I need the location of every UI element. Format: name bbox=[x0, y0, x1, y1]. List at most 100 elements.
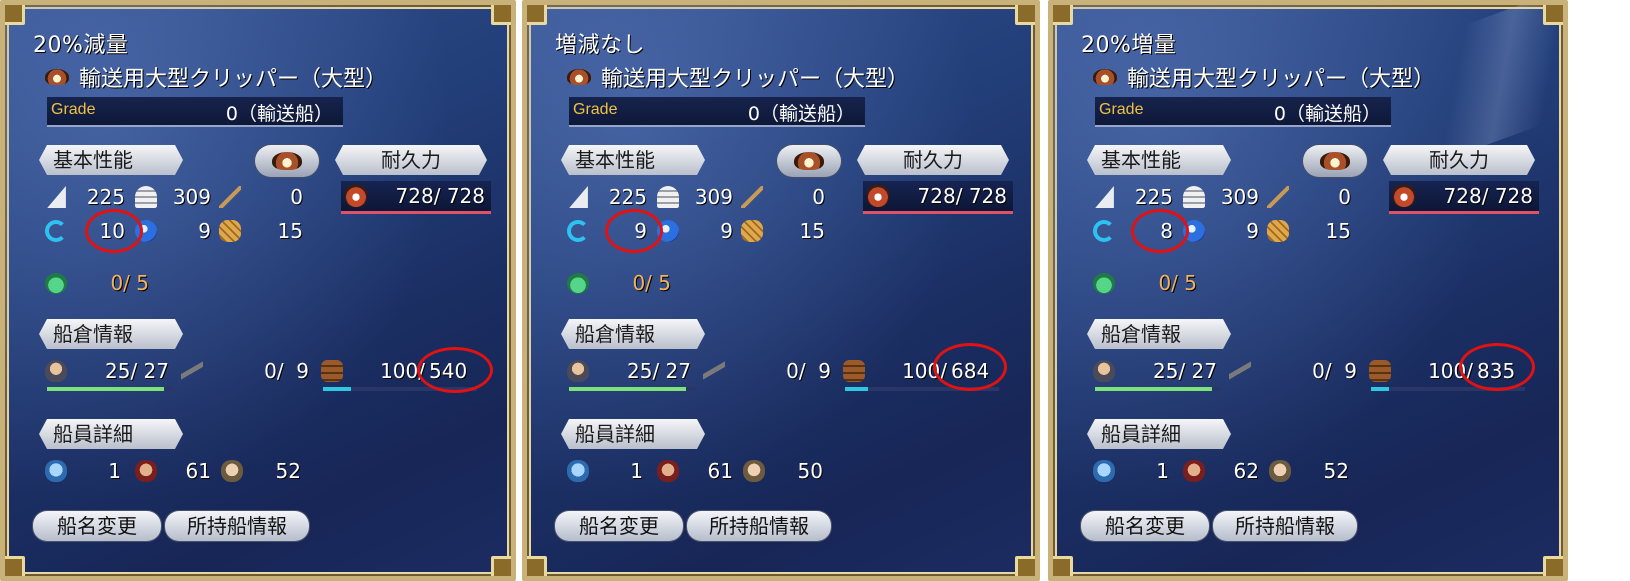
wave-icon bbox=[135, 220, 157, 242]
crew-detail-tab[interactable]: 船員詳細 bbox=[39, 419, 183, 449]
owned-ships-button[interactable]: 所持船情報 bbox=[1213, 511, 1357, 541]
ship-view-button[interactable] bbox=[1303, 145, 1367, 177]
durability-stat: 728/ 728 bbox=[867, 182, 1009, 210]
cargo-bar-fill bbox=[323, 387, 351, 391]
oar-icon bbox=[1267, 186, 1289, 208]
crew-icon bbox=[45, 360, 67, 382]
turning-stat: 10 bbox=[45, 217, 129, 245]
ship-name-row: 輸送用大型クリッパー（大型） bbox=[45, 61, 387, 93]
durability-line bbox=[1389, 211, 1539, 214]
cargo-bar bbox=[1371, 387, 1525, 391]
hull-icon bbox=[345, 185, 367, 207]
armor-value: 15 bbox=[277, 219, 303, 243]
durability-line bbox=[341, 211, 491, 214]
frame-corner bbox=[491, 5, 511, 25]
armor-value: 15 bbox=[799, 219, 825, 243]
wave-resistance-value: 9 bbox=[720, 219, 733, 243]
grade-bar: Grade 0（輸送船） bbox=[569, 97, 865, 127]
crew-detail-tab[interactable]: 船員詳細 bbox=[561, 419, 705, 449]
crew-capacity-value: 25/ 27 bbox=[105, 359, 169, 383]
ship-icon bbox=[45, 69, 69, 85]
sail-horizontal-icon bbox=[657, 186, 679, 208]
durability-value: 728/ 728 bbox=[917, 184, 1007, 208]
cannon-value: 0/ 9 bbox=[264, 359, 309, 383]
ship-view-button[interactable] bbox=[255, 145, 319, 177]
horizontal-sail-value: 309 bbox=[172, 185, 211, 209]
navigator-icon bbox=[221, 460, 243, 482]
turning-value: 9 bbox=[634, 219, 647, 243]
armor-icon bbox=[219, 220, 241, 242]
rename-ship-button[interactable]: 船名変更 bbox=[33, 511, 161, 541]
cannon-icon bbox=[1229, 360, 1251, 382]
medal-stat: 0/ 5 bbox=[1093, 269, 1203, 297]
durability-stat: 728/ 728 bbox=[1393, 182, 1535, 210]
turning-stat: 8 bbox=[1093, 217, 1177, 245]
ship-panel-2: 増減なし 輸送用大型クリッパー（大型） Grade 0（輸送船） 基本性能 耐久… bbox=[522, 0, 1040, 581]
grade-bar: Grade 0（輸送船） bbox=[47, 97, 343, 127]
cargo-max-value: 684 bbox=[951, 359, 990, 383]
wave-resistance-value: 9 bbox=[1246, 219, 1259, 243]
sail-vertical-icon bbox=[47, 186, 66, 208]
horizontal-sail-value: 309 bbox=[694, 185, 733, 209]
hold-info-tab[interactable]: 船倉情報 bbox=[561, 319, 705, 349]
frame-corner bbox=[1053, 5, 1073, 25]
frame-corner bbox=[1015, 5, 1035, 25]
cargo-stat: 100/ bbox=[843, 357, 947, 385]
owned-ships-button[interactable]: 所持船情報 bbox=[687, 511, 831, 541]
crew-bar bbox=[47, 387, 173, 391]
sailor-icon bbox=[1093, 460, 1115, 482]
ship-name: 輸送用大型クリッパー（大型） bbox=[601, 67, 910, 92]
basic-performance-tab[interactable]: 基本性能 bbox=[39, 145, 183, 175]
ship-panel-1: 20%減量 輸送用大型クリッパー（大型） Grade 0（輸送船） 基本性能 耐… bbox=[0, 0, 516, 581]
cargo-max-value: 835 bbox=[1477, 359, 1516, 383]
ship-name: 輸送用大型クリッパー（大型） bbox=[79, 67, 388, 92]
crew-capacity-value: 25/ 27 bbox=[1153, 359, 1217, 383]
hold-info-tab[interactable]: 船倉情報 bbox=[39, 319, 183, 349]
fighter-icon bbox=[135, 460, 157, 482]
cannon-value: 0/ 9 bbox=[1312, 359, 1357, 383]
horizontal-sail-stat: 309 bbox=[135, 183, 215, 211]
cannon-icon bbox=[181, 360, 203, 382]
crew-bar bbox=[1095, 387, 1221, 391]
rename-ship-button[interactable]: 船名変更 bbox=[555, 511, 683, 541]
owned-ships-button[interactable]: 所持船情報 bbox=[165, 511, 309, 541]
turning-value: 8 bbox=[1160, 219, 1173, 243]
armor-stat: 15 bbox=[1267, 217, 1353, 245]
ship-panel-3: 20%増量 輸送用大型クリッパー（大型） Grade 0（輸送船） 基本性能 耐… bbox=[1048, 0, 1568, 581]
frame-corner bbox=[1015, 556, 1035, 576]
rowing-stat: 0 bbox=[741, 183, 827, 211]
cargo-stat: 100/ bbox=[1369, 357, 1473, 385]
frame-corner bbox=[5, 556, 25, 576]
basic-performance-tab[interactable]: 基本性能 bbox=[1087, 145, 1231, 175]
basic-performance-tab[interactable]: 基本性能 bbox=[561, 145, 705, 175]
grade-value: 0（輸送船） bbox=[1273, 103, 1381, 125]
barrel-icon bbox=[321, 360, 343, 382]
ship-view-button[interactable] bbox=[777, 145, 841, 177]
grade-value: 0（輸送船） bbox=[225, 103, 333, 125]
hold-info-tab[interactable]: 船倉情報 bbox=[1087, 319, 1231, 349]
ship-name-row: 輸送用大型クリッパー（大型） bbox=[1093, 61, 1435, 93]
grade-value: 0（輸送船） bbox=[747, 103, 855, 125]
cannon-stat: 0/ 9 bbox=[181, 357, 311, 385]
cargo-current-value: 100/ bbox=[902, 359, 947, 383]
fighter-stat: 61 bbox=[657, 457, 737, 485]
navigator-value: 52 bbox=[1323, 459, 1349, 483]
ship-name: 輸送用大型クリッパー（大型） bbox=[1127, 67, 1436, 92]
fighter-value: 61 bbox=[707, 459, 733, 483]
wave-resistance-value: 9 bbox=[198, 219, 211, 243]
rowing-stat: 0 bbox=[1267, 183, 1353, 211]
crew-detail-tab[interactable]: 船員詳細 bbox=[1087, 419, 1231, 449]
sailor-icon bbox=[567, 460, 589, 482]
crew-capacity-stat: 25/ 27 bbox=[1093, 357, 1221, 385]
turn-icon bbox=[1093, 220, 1115, 242]
rename-ship-button[interactable]: 船名変更 bbox=[1081, 511, 1209, 541]
durability-bar: 728/ 728 bbox=[863, 181, 1013, 214]
crew-icon bbox=[1093, 360, 1115, 382]
sail-horizontal-icon bbox=[135, 186, 157, 208]
medal-icon bbox=[567, 272, 589, 294]
vertical-sail-stat: 225 bbox=[1093, 183, 1177, 211]
wave-resistance-stat: 9 bbox=[1183, 217, 1263, 245]
cargo-bar-fill bbox=[1371, 387, 1390, 391]
grade-label: Grade bbox=[573, 101, 618, 118]
ship-icon bbox=[1320, 152, 1350, 170]
